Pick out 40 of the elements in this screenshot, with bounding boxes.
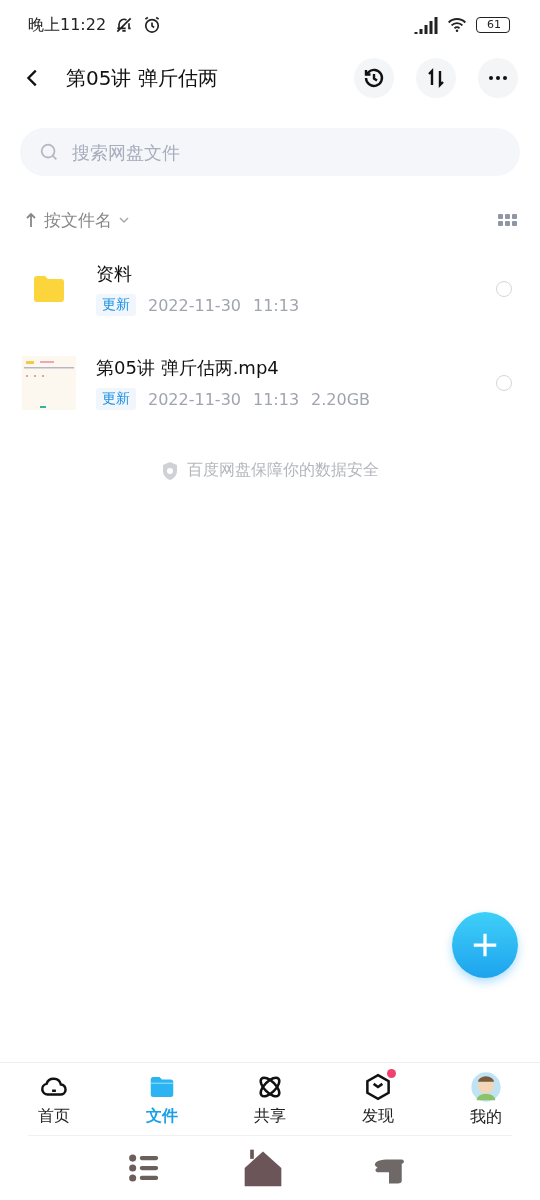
file-date: 2022-11-30 [148,389,241,409]
sort-button[interactable]: 按文件名 [24,208,130,232]
history-button[interactable] [354,58,394,98]
search-field[interactable]: 搜索网盘文件 [20,128,520,176]
nav-tab[interactable]: 共享 [216,1063,324,1135]
hexagon-icon [363,1071,393,1102]
history-icon [362,66,386,90]
select-radio[interactable] [496,375,512,391]
caret-icon [118,215,130,225]
notification-dot [387,1069,396,1078]
file-date: 2022-11-30 [148,295,241,315]
file-row[interactable]: 资料 更新 2022-11-30 11:13 [0,242,540,336]
signal-icon [412,15,438,35]
file-size: 2.20GB [311,389,371,409]
file-time: 11:13 [253,295,300,315]
file-name: 资料 [96,262,133,286]
avatar-icon [470,1070,502,1103]
more-button[interactable] [478,58,518,98]
nav-tab[interactable]: 首页 [0,1063,108,1135]
update-tag: 更新 [96,294,136,316]
folder-icon [32,274,66,304]
add-button[interactable] [452,912,518,978]
security-note: 百度网盘保障你的数据安全 [187,460,379,481]
file-row[interactable]: 第05讲 弹斤估两.mp4 更新 2022-11-30 11:13 2.20GB [0,336,540,430]
search-icon [38,141,60,163]
nav-tab[interactable]: 我的 [432,1063,540,1135]
page-title: 第05讲 弹斤估两 [66,64,219,92]
status-time: 晚上11:22 [28,14,107,36]
battery-indicator: 61 [476,17,510,33]
nav-tab[interactable]: 发现 [324,1063,432,1135]
update-tag: 更新 [96,388,136,410]
shield-icon [161,460,179,481]
file-time: 11:13 [253,389,300,409]
grid-view-icon [498,213,518,227]
file-name: 第05讲 弹斤估两.mp4 [96,356,280,380]
more-icon [489,76,507,80]
wifi-icon [446,15,468,35]
transfer-button[interactable] [416,58,456,98]
arrow-up-icon [24,212,38,228]
select-radio[interactable] [496,281,512,297]
